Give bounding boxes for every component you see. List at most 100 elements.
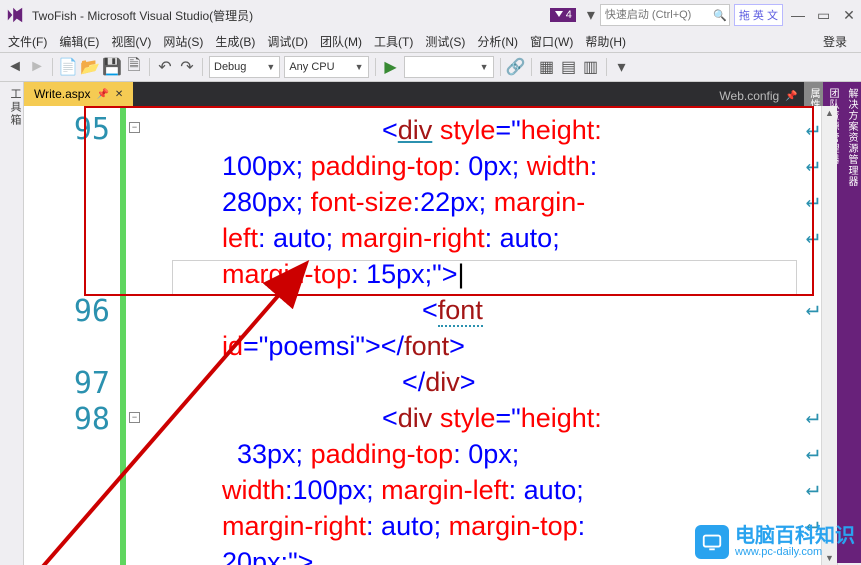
caret-icon: ▼	[480, 62, 489, 72]
flag-icon[interactable]: ▾	[582, 6, 600, 24]
code-token	[432, 403, 440, 433]
code-body[interactable]: <div style="height: 100px; padding-top: …	[142, 106, 799, 565]
code-token: 100px;	[222, 151, 311, 181]
tab-active[interactable]: Write.aspx 📌 ✕	[24, 82, 133, 106]
code-token: style	[440, 115, 496, 145]
fold-toggle-icon[interactable]: −	[129, 412, 140, 423]
menu-team[interactable]: 团队(M)	[320, 33, 362, 50]
vs-logo-icon	[6, 6, 24, 24]
new-project-icon[interactable]: 📄	[59, 58, 77, 76]
code-token: ">	[355, 331, 380, 361]
menu-file[interactable]: 文件(F)	[8, 33, 47, 50]
pin-icon[interactable]: 📌	[785, 91, 797, 102]
nav-fwd-button[interactable]: ►	[28, 58, 46, 76]
sign-in-link[interactable]: 登录	[823, 33, 847, 50]
browser-link-icon[interactable]: 🔗	[507, 58, 525, 76]
wrap-glyph-icon: ↵	[806, 152, 819, 177]
quick-launch-input[interactable]	[601, 5, 711, 25]
tab-strip: Write.aspx 📌 ✕ Web.config 📌 ✕ ▼	[24, 82, 837, 106]
code-token: font-size	[311, 187, 413, 217]
title-bar: TwoFish - Microsoft Visual Studio(管理员) 4…	[0, 0, 861, 30]
toolbox-icon[interactable]: ▦	[538, 58, 556, 76]
code-token: </	[402, 367, 425, 397]
extra-icon[interactable]: ▾	[613, 58, 631, 76]
code-token: div	[398, 403, 433, 433]
uncomment-icon[interactable]: ▥	[582, 58, 600, 76]
code-token: : 0px;	[453, 439, 519, 469]
menu-website[interactable]: 网站(S)	[163, 33, 203, 50]
comment-icon[interactable]: ▤	[560, 58, 578, 76]
platform-value: Any CPU	[289, 61, 334, 73]
save-all-icon[interactable]: 🗎	[125, 58, 143, 76]
wrap-glyph-icon: ↵	[806, 296, 819, 321]
code-token: height:	[521, 403, 602, 433]
undo-icon[interactable]: ↶	[156, 58, 174, 76]
notification-badge[interactable]: 4	[550, 8, 576, 22]
code-token: : auto;	[509, 475, 584, 505]
caret-icon: ▼	[355, 62, 364, 72]
start-target-dropdown[interactable]: ▼	[404, 56, 494, 78]
fold-toggle-icon[interactable]: −	[129, 122, 140, 133]
watermark-title: 电脑百科知识	[735, 526, 855, 546]
menu-view[interactable]: 视图(V)	[111, 33, 151, 50]
redo-icon[interactable]: ↷	[178, 58, 196, 76]
minimize-button[interactable]: —	[791, 7, 803, 24]
code-token: font	[404, 331, 449, 361]
caret: |	[457, 259, 464, 289]
close-button[interactable]: ✕	[843, 7, 855, 24]
toolbar: ◄ ► 📄 📂 💾 🗎 ↶ ↷ Debug▼ Any CPU▼ ▶ ▼ 🔗 ▦ …	[0, 52, 861, 82]
menu-build[interactable]: 生成(B)	[215, 33, 255, 50]
code-token: :22px;	[413, 187, 494, 217]
open-icon[interactable]: 📂	[81, 58, 99, 76]
code-token: margin-right	[341, 223, 485, 253]
line-number: 96	[74, 294, 110, 329]
gutter: 95 96 97 98	[24, 106, 120, 565]
save-icon[interactable]: 💾	[103, 58, 121, 76]
pin-icon[interactable]: 📌	[96, 89, 108, 100]
code-token: height:	[521, 115, 602, 145]
config-dropdown[interactable]: Debug▼	[209, 56, 280, 78]
tab-label: Web.config	[719, 89, 779, 103]
search-icon[interactable]: 🔍	[711, 6, 729, 24]
code-area[interactable]: 95 96 97 98 − − ↵ ↵ ↵ ↵ ↵ ↵ ↵ ↵ ↵ <div s…	[24, 106, 837, 565]
code-token: ">	[432, 259, 457, 289]
vertical-scrollbar[interactable]: ▲ ▼	[821, 106, 837, 565]
code-token: width	[222, 475, 285, 505]
platform-dropdown[interactable]: Any CPU ▼	[284, 56, 368, 78]
menu-debug[interactable]: 调试(D)	[267, 33, 308, 50]
nav-back-button[interactable]: ◄	[6, 58, 24, 76]
watermark-icon	[695, 525, 729, 559]
tab-close-icon[interactable]: ✕	[115, 89, 123, 100]
code-token: <	[382, 403, 398, 433]
code-token: ">	[288, 547, 313, 565]
wrap-glyph-icon: ↵	[806, 404, 819, 429]
menu-analyze[interactable]: 分析(N)	[477, 33, 518, 50]
ime-badge[interactable]: 拖 英 文	[734, 4, 783, 26]
wrap-glyph-icon: ↵	[806, 116, 819, 141]
menu-edit[interactable]: 编辑(E)	[59, 33, 99, 50]
rail-solution-explorer[interactable]: 解决方案资源管理器	[842, 82, 861, 563]
maximize-button[interactable]: ▭	[817, 7, 829, 24]
line-number: 95	[74, 112, 110, 147]
quick-launch-box[interactable]: 🔍	[600, 4, 730, 26]
code-token: </	[381, 331, 404, 361]
code-token: ="	[243, 331, 268, 361]
code-token: :	[578, 511, 586, 541]
caret-icon: ▼	[266, 62, 275, 72]
code-token: div	[425, 367, 460, 397]
menu-window[interactable]: 窗口(W)	[530, 33, 573, 50]
menu-bar: 文件(F) 编辑(E) 视图(V) 网站(S) 生成(B) 调试(D) 团队(M…	[0, 30, 861, 52]
code-token: >	[460, 367, 476, 397]
code-token: left	[222, 223, 258, 253]
right-rail: 解决方案资源管理器 团队资源管理器 属性	[837, 82, 861, 565]
wrap-glyph-icon: ↵	[806, 188, 819, 213]
scroll-up-button[interactable]: ▲	[822, 106, 837, 120]
code-token: 280px;	[222, 187, 311, 217]
menu-test[interactable]: 测试(S)	[425, 33, 465, 50]
menu-tools[interactable]: 工具(T)	[374, 33, 413, 50]
toolbox-rail[interactable]: 工具箱	[0, 82, 24, 565]
start-debug-button[interactable]: ▶	[382, 58, 400, 76]
menu-help[interactable]: 帮助(H)	[585, 33, 626, 50]
code-token: :100px;	[285, 475, 381, 505]
main-area: 工具箱 Write.aspx 📌 ✕ Web.config 📌 ✕ ▼	[0, 82, 861, 565]
